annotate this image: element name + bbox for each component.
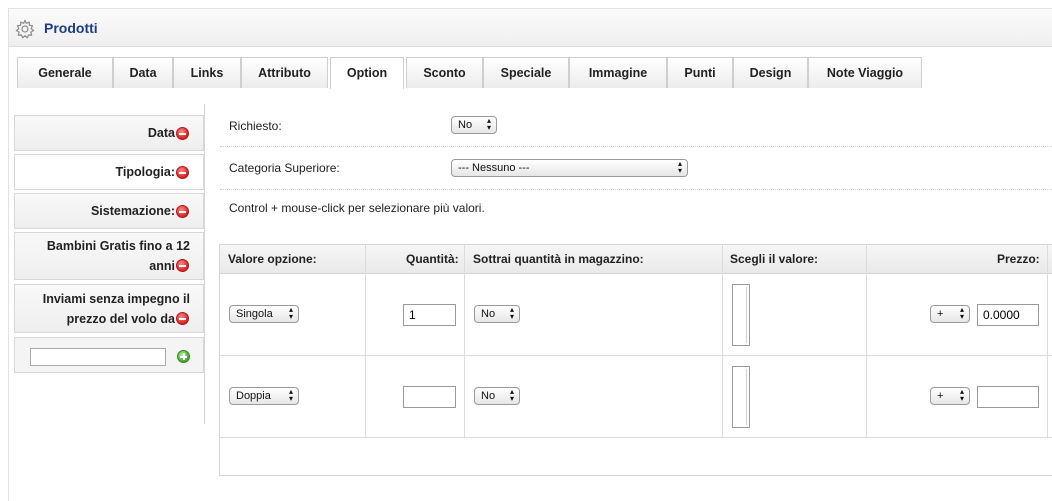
column-header-subtract: Sottrai quantità in magazzino: [473, 252, 644, 266]
tab-option[interactable]: Option [330, 57, 404, 89]
table-header: Valore opzione: Quantità: Sottrai quanti… [220, 245, 1052, 274]
add-icon[interactable] [177, 350, 190, 363]
multi-select-hint: Control + mouse-click per selezionare pi… [229, 201, 485, 215]
sidebar-item-label: Tipologia: [115, 165, 176, 179]
choose-value-multiselect[interactable] [732, 284, 750, 346]
quantity-input[interactable] [403, 386, 456, 408]
sidebar-item-inviami[interactable]: Inviami senza impegno il prezzo del volo… [14, 284, 204, 333]
quantity-input[interactable] [403, 304, 456, 326]
price-prefix-select[interactable]: + ▴ ▾ [930, 387, 970, 405]
parent-category-label: Categoria Superiore: [229, 161, 340, 175]
price-prefix-value: + [937, 308, 944, 320]
column-header-choose: Scegli il valore: [730, 252, 819, 266]
price-input[interactable] [977, 386, 1039, 408]
parent-category-select[interactable]: --- Nessuno --- ▴ ▾ [451, 159, 688, 177]
price-prefix-select[interactable]: + ▴ ▾ [930, 305, 970, 323]
sidebar-divider [204, 104, 205, 424]
subtract-value: No [481, 390, 496, 402]
required-row: Richiesto: No ▴ ▾ [220, 104, 1052, 147]
required-select-value: No [458, 119, 473, 131]
remove-icon[interactable] [176, 312, 189, 325]
remove-icon[interactable] [176, 127, 189, 140]
page-title: Prodotti [44, 20, 98, 36]
new-option-row [14, 337, 204, 373]
sidebar-item-label: Bambini Gratis fino a 12 [46, 239, 190, 253]
select-arrows-icon: ▴ ▾ [959, 305, 964, 321]
table-row: Singola ▴▾ No ▴▾ + ▴▾ [220, 274, 1052, 356]
gear-icon [15, 19, 35, 39]
subtract-select[interactable]: No ▴ ▾ [474, 305, 520, 323]
option-value-select[interactable]: Doppia ▴ ▾ [229, 387, 299, 405]
tab-note-viaggio[interactable]: Note Viaggio [808, 57, 922, 88]
choose-value-multiselect[interactable] [732, 366, 750, 428]
page-header: Prodotti [9, 9, 1052, 47]
tab-generale[interactable]: Generale [17, 57, 113, 88]
new-option-input[interactable] [30, 348, 166, 366]
tab-links[interactable]: Links [173, 57, 241, 88]
required-select[interactable]: No ▴ ▾ [451, 116, 497, 134]
select-arrows-icon: ▴ ▾ [288, 305, 293, 321]
option-value-select[interactable]: Singola ▴ ▾ [229, 305, 299, 323]
tab-punti[interactable]: Punti [667, 57, 733, 88]
tab-speciale[interactable]: Speciale [483, 57, 569, 88]
sidebar-item-tipologia[interactable]: Tipologia: [14, 154, 204, 190]
sidebar-item-data[interactable]: Data [14, 115, 204, 151]
sidebar-item-label: Sistemazione: [90, 204, 175, 218]
price-input[interactable] [977, 304, 1039, 326]
tab-immagine[interactable]: Immagine [569, 57, 667, 88]
option-values-table: Valore opzione: Quantità: Sottrai quanti… [219, 244, 1052, 476]
select-arrows-icon: ▴ ▾ [959, 387, 964, 403]
sidebar-item-label: Data [147, 126, 175, 140]
tab-sconto[interactable]: Sconto [406, 57, 483, 88]
option-value-text: Doppia [236, 390, 271, 402]
remove-icon[interactable] [176, 166, 189, 179]
tab-data[interactable]: Data [113, 57, 173, 88]
subtract-value: No [481, 308, 496, 320]
tab-design[interactable]: Design [733, 57, 808, 88]
tab-attributo[interactable]: Attributo [241, 57, 328, 88]
remove-icon[interactable] [176, 205, 189, 218]
column-header-price: Prezzo: [997, 252, 1040, 266]
select-arrows-icon: ▴ ▾ [509, 387, 514, 403]
select-arrows-icon: ▴ ▾ [509, 305, 514, 321]
sidebar-item-label: Inviami senza impegno il [42, 292, 190, 306]
column-header-value: Valore opzione: [228, 252, 317, 266]
select-arrows-icon: ▴ ▾ [677, 159, 682, 175]
required-label: Richiesto: [229, 119, 282, 133]
select-arrows-icon: ▴ ▾ [486, 116, 491, 132]
sidebar-item-label: prezzo del volo da [66, 312, 175, 326]
column-header-quantity: Quantità: [406, 252, 459, 266]
price-prefix-value: + [937, 390, 944, 402]
sidebar-item-bambini-gratis[interactable]: Bambini Gratis fino a 12 anni [14, 232, 204, 280]
parent-category-value: --- Nessuno --- [458, 162, 530, 174]
option-value-text: Singola [236, 308, 273, 320]
table-row: Doppia ▴ ▾ No ▴ ▾ + ▴ ▾ [220, 356, 1052, 438]
parent-category-row: Categoria Superiore: --- Nessuno --- ▴ ▾ [220, 147, 1052, 190]
subtract-select[interactable]: No ▴ ▾ [474, 387, 520, 405]
sidebar-item-label: anni [149, 259, 175, 273]
select-arrows-icon: ▴ ▾ [288, 387, 293, 403]
remove-icon[interactable] [176, 259, 189, 272]
sidebar-item-sistemazione[interactable]: Sistemazione: [14, 193, 204, 229]
